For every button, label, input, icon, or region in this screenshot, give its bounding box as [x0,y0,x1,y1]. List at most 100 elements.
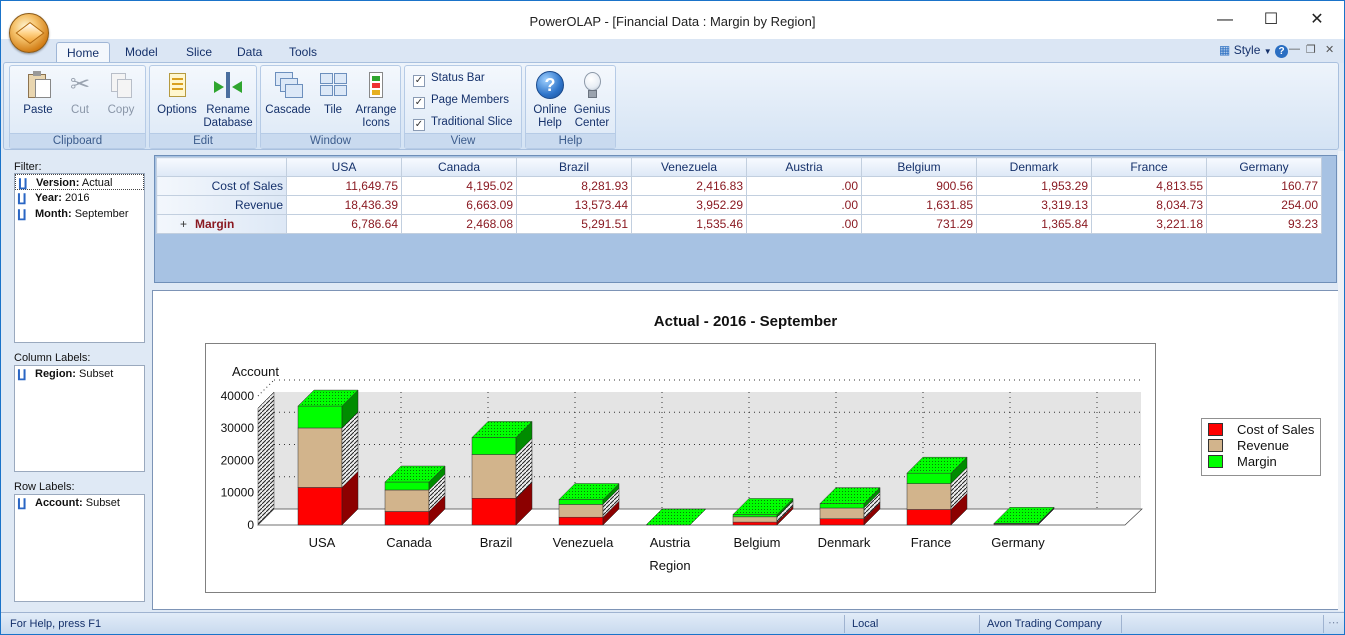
grid-cell[interactable]: .00 [746,214,862,234]
status-divider [1121,615,1122,633]
grid-cell[interactable]: 1,365.84 [976,214,1092,234]
filter-item-month[interactable]: ∐ Month: September [15,206,144,222]
grid-cell[interactable]: 6,786.64 [286,214,402,234]
grid-cell[interactable]: .00 [746,195,862,215]
grid-cell[interactable]: 3,319.13 [976,195,1092,215]
paste-button[interactable]: Paste [18,70,58,117]
grid-cell[interactable]: 18,436.39 [286,195,402,215]
column-item-region[interactable]: ∐ Region: Subset [15,366,144,382]
bar-segment-front [819,503,865,509]
row-header-margin[interactable]: + Margin [156,214,287,234]
tab-slice[interactable]: Slice [176,42,222,63]
column-header[interactable]: Brazil [516,157,632,177]
bar-segment-front [819,518,865,526]
filter-item-year[interactable]: ∐ Year: 2016 [15,190,144,206]
column-header[interactable]: Denmark [976,157,1092,177]
resize-grip-icon[interactable]: ⋯ [1328,616,1339,630]
grid-cell[interactable]: 13,573.44 [516,195,632,215]
grid-cell[interactable]: 731.29 [861,214,977,234]
cascade-button[interactable]: Cascade [264,70,312,117]
table-row: Revenue 18,436.39 6,663.09 13,573.44 3,9… [156,195,1322,215]
status-bar-label: Status Bar [431,72,485,84]
row-labels-box[interactable]: ∐ Account: Subset [14,494,145,602]
table-row: Cost of Sales 11,649.75 4,195.02 8,281.9… [156,176,1322,196]
tile-button[interactable]: Tile [315,70,351,117]
grid-cell[interactable]: .00 [746,176,862,196]
grid-cell[interactable]: 8,034.73 [1091,195,1207,215]
column-labels-label: Column Labels: [14,352,91,364]
grid-cell[interactable]: 254.00 [1206,195,1322,215]
filter-item-version[interactable]: ∐ Version: Actual [15,174,144,190]
dimension-icon: ∐ [17,496,27,510]
legend-label: Revenue [1237,438,1290,453]
app-menu-icon[interactable] [9,13,49,53]
grid-cell[interactable]: 3,221.18 [1091,214,1207,234]
grid-cell[interactable]: 2,468.08 [401,214,517,234]
tab-model[interactable]: Model [115,42,168,63]
help-icon[interactable]: ? [1275,45,1288,58]
tab-data[interactable]: Data [227,42,272,63]
column-header[interactable]: Belgium [861,157,977,177]
bar-segment-front [732,516,778,523]
column-header[interactable]: USA [286,157,402,177]
options-button[interactable]: Options [154,70,200,117]
genius-center-button[interactable]: Genius Center [572,70,612,130]
grid-cell[interactable]: 11,649.75 [286,176,402,196]
column-header[interactable]: Venezuela [631,157,747,177]
app-window: PowerOLAP - [Financial Data : Margin by … [0,0,1345,635]
row-item-account[interactable]: ∐ Account: Subset [15,495,144,511]
grid-cell[interactable]: 1,631.85 [861,195,977,215]
cut-button[interactable]: ✂ Cut [62,70,98,117]
column-key: Region: [35,368,76,380]
tab-tools[interactable]: Tools [279,42,327,63]
mdi-close-button[interactable]: ✕ [1325,43,1334,56]
expand-icon[interactable]: + [180,217,187,231]
page-members-label: Page Members [431,94,509,106]
grid-cell[interactable]: 8,281.93 [516,176,632,196]
column-header[interactable]: Canada [401,157,517,177]
genius-label-2: Center [574,117,610,129]
filter-box[interactable]: ∐ Version: Actual ∐ Year: 2016 ∐ Month: Sep… [14,173,145,343]
window-title: PowerOLAP - [Financial Data : Margin by … [529,14,816,29]
filter-key: Year: [35,192,62,204]
row-header[interactable]: Revenue [156,195,287,215]
copy-button[interactable]: Copy [102,70,140,117]
grid-cell[interactable]: 4,195.02 [401,176,517,196]
minimize-button[interactable]: — [1210,9,1240,33]
status-bar-checkbox[interactable]: ✓ Status Bar [413,72,485,87]
rename-icon [213,70,243,100]
grid-cell[interactable]: 3,952.29 [631,195,747,215]
x-axis-label: Region [649,558,690,573]
grid-cell[interactable]: 1,953.29 [976,176,1092,196]
maximize-button[interactable]: ☐ [1256,9,1286,33]
grid-cell[interactable]: 1,535.46 [631,214,747,234]
help-group-label: Help [526,133,615,148]
grid-cell[interactable]: 2,416.83 [631,176,747,196]
page-members-checkbox[interactable]: ✓ Page Members [413,94,509,109]
copy-icon [106,70,136,100]
column-header[interactable]: Germany [1206,157,1322,177]
vertical-scrollbar[interactable] [1338,151,1344,611]
row-header[interactable]: Cost of Sales [156,176,287,196]
close-button[interactable]: ✕ [1302,9,1332,33]
traditional-slice-checkbox[interactable]: ✓ Traditional Slice [413,116,512,131]
grid-cell[interactable]: 900.56 [861,176,977,196]
grid-cell[interactable]: 4,813.55 [1091,176,1207,196]
mdi-minimize-button[interactable]: — [1289,43,1300,55]
column-labels-box[interactable]: ∐ Region: Subset [14,365,145,472]
column-header[interactable]: France [1091,157,1207,177]
grid-cell[interactable]: 5,291.51 [516,214,632,234]
column-header[interactable]: Austria [746,157,862,177]
grid-cell[interactable]: 93.23 [1206,214,1322,234]
grid-corner[interactable] [156,157,287,177]
grid-cell[interactable]: 6,663.09 [401,195,517,215]
arrange-icons-button[interactable]: Arrange Icons [354,70,398,130]
style-menu[interactable]: ▦ Style ▼ ? [1219,43,1288,58]
ribbon: Paste ✂ Cut Copy Clipboard Options Renam… [3,62,1339,150]
rename-database-button[interactable]: Rename Database [202,70,254,130]
online-help-icon: ? [535,70,565,100]
mdi-restore-button[interactable]: ❐ [1306,43,1316,56]
online-help-button[interactable]: ? Online Help [530,70,570,130]
tab-home[interactable]: Home [56,42,111,63]
grid-cell[interactable]: 160.77 [1206,176,1322,196]
